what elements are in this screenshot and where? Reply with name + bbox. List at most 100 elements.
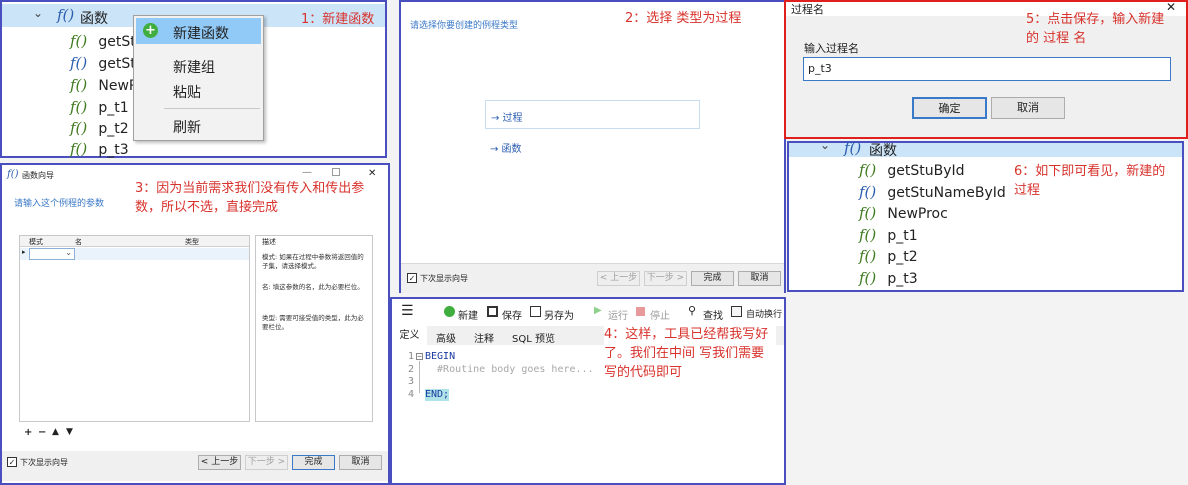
wizard-footer: ✓ 下次显示向导 < 上一步 下一步 > 完成 取消	[401, 263, 784, 293]
run-icon: ▶	[594, 305, 602, 316]
word-wrap-button[interactable]: 自动换行	[746, 307, 782, 320]
maximize-icon[interactable]	[332, 168, 340, 176]
tree-item[interactable]: f() p_t1	[859, 225, 918, 244]
wizard-footer: ✓ 下次显示向导 < 上一步 下一步 > 完成 取消	[2, 451, 388, 481]
tree-item-label: getStuNameById	[887, 185, 1006, 201]
tree-item[interactable]: f() p_t1	[70, 97, 129, 116]
find-button[interactable]: 查找	[703, 307, 723, 322]
col-type: 类型	[185, 238, 199, 246]
tree-item-label: getStuById	[887, 163, 965, 179]
tree-header-label[interactable]: 函数	[80, 8, 108, 28]
tree-item[interactable]: f() getSt	[70, 53, 136, 72]
functions-folder-icon: f()	[57, 6, 75, 24]
move-down-icon[interactable]: ▼	[66, 427, 73, 437]
option-procedure[interactable]: → 过程	[485, 100, 700, 129]
show-wizard-label: 下次显示向导	[20, 458, 68, 467]
tree-item[interactable]: f() p_t3	[859, 268, 918, 287]
procedure-icon: f()	[859, 161, 877, 179]
tree-item[interactable]: f() getStuById	[859, 160, 965, 179]
line-number: 4	[407, 388, 414, 400]
new-button[interactable]: 新建	[458, 307, 478, 322]
procedure-icon: f()	[70, 119, 88, 137]
save-button[interactable]: 保存	[502, 307, 522, 322]
minimize-icon[interactable]: —	[302, 167, 312, 178]
menu-item-refresh[interactable]: 刷新	[173, 117, 201, 137]
cancel-button[interactable]: 取消	[738, 271, 781, 286]
show-wizard-checkbox[interactable]: ✓	[407, 273, 417, 283]
tree-item[interactable]: f() getSt	[70, 31, 136, 50]
save-as-button[interactable]: 另存为	[544, 307, 574, 322]
tree-header-label[interactable]: 函数	[869, 140, 897, 160]
option-function-label: → 函数	[490, 144, 522, 155]
grid-header: 模式 名 类型	[20, 236, 249, 247]
option-function[interactable]: → 函数	[485, 135, 700, 159]
tab-advanced[interactable]: 高级	[436, 330, 456, 345]
tree-item[interactable]: f() p_t2	[70, 118, 129, 137]
tree-item[interactable]: f() getStuNameById	[859, 182, 1006, 201]
prev-button[interactable]: < 上一步	[198, 455, 241, 470]
line-numbers: 1 2 3 4	[396, 351, 414, 401]
panel-procedure-name-dialog: 过程名 ✕ 输入过程名 p_t3 确定 取消 5：点击保存，输入新建的 过程 名	[784, 0, 1188, 139]
menu-item-paste[interactable]: 粘贴	[173, 82, 201, 102]
finish-button[interactable]: 完成	[292, 455, 335, 470]
tree-item-label: NewProc	[887, 206, 948, 222]
fold-icon[interactable]: −	[416, 353, 423, 360]
save-as-icon	[530, 306, 541, 317]
tree-item-label: p_t1	[887, 228, 918, 244]
tree-item-label: getSt	[98, 34, 136, 50]
finish-button[interactable]: 完成	[691, 271, 734, 286]
cancel-button[interactable]: 取消	[991, 97, 1065, 119]
chevron-down-icon[interactable]: ⌄	[33, 6, 43, 20]
wrap-icon	[731, 306, 742, 317]
next-button[interactable]: 下一步 >	[644, 271, 687, 286]
toolbar: ☰ 新建 保存 另存为 ▶ 运行 停止 ⚲ 查找 自动换行	[392, 301, 784, 325]
tree-item-label: p_t2	[98, 121, 129, 137]
next-button[interactable]: 下一步 >	[245, 455, 288, 470]
chevron-down-icon[interactable]: ⌄	[820, 138, 830, 152]
tree-item-label: p_t1	[98, 100, 129, 116]
menu-item-new-group[interactable]: 新建组	[173, 57, 215, 77]
mode-select[interactable]: ⌄	[29, 248, 75, 260]
tree-item-label: NewP	[98, 78, 138, 94]
search-icon: ⚲	[688, 304, 697, 317]
procedure-icon: f()	[70, 76, 88, 94]
move-up-icon[interactable]: ▲	[52, 427, 59, 437]
tab-sql-preview[interactable]: SQL 预览	[512, 330, 555, 345]
context-menu: + 新建函数 新建组 粘贴 刷新	[133, 15, 264, 141]
tree-item[interactable]: f() p_t2	[859, 246, 918, 265]
run-button[interactable]: 运行	[608, 307, 628, 322]
tab-comment[interactable]: 注释	[474, 330, 494, 345]
procedure-icon: f()	[859, 247, 877, 265]
tree-item[interactable]: f() NewP	[70, 75, 137, 94]
remove-param-icon[interactable]: −	[38, 427, 46, 438]
tree-item[interactable]: f() p_t3	[70, 139, 129, 158]
close-icon[interactable]: ✕	[368, 168, 376, 179]
step-4-annotation: 4：这样，工具已经帮我写好了。我们在中间 写我们需要写的代码即可	[604, 325, 776, 382]
description-name: 名: 填这参数的名，此为必要栏位。	[262, 283, 364, 291]
description-type: 类型: 需要可接受值的类型，此为必要栏位。	[262, 314, 364, 331]
tab-definition[interactable]: 定义	[392, 326, 427, 345]
ok-button[interactable]: 确定	[912, 97, 987, 119]
save-icon	[487, 306, 498, 317]
panel-new-function: ⌄ f() 函数 f() getSt f() getSt f() NewP f(…	[0, 0, 387, 158]
panel-routine-type: 请选择你要创建的例程类型 2：选择 类型为过程 → 过程 → 函数 ✓ 下次显示…	[399, 0, 786, 293]
add-param-icon[interactable]: +	[24, 427, 32, 438]
stop-icon	[636, 307, 645, 316]
prev-button[interactable]: < 上一步	[597, 271, 640, 286]
procedure-name-input[interactable]: p_t3	[803, 57, 1171, 81]
chevron-down-icon: ⌄	[65, 248, 72, 257]
panel-result-tree: ⌄ f() 函数 f() getStuById f() getStuNameBy…	[787, 138, 1184, 292]
cancel-button[interactable]: 取消	[339, 455, 382, 470]
params-grid[interactable]: 模式 名 类型 ▸ ⌄	[19, 235, 250, 422]
tree-item-label: p_t2	[887, 249, 918, 265]
step-6-annotation: 6：如下即可看见，新建的 过程	[1014, 164, 1166, 198]
grid-row[interactable]: ▸ ⌄	[20, 248, 249, 260]
menu-item-new-function[interactable]: + 新建函数	[136, 18, 261, 44]
show-wizard-checkbox[interactable]: ✓	[7, 457, 17, 467]
tree-item[interactable]: f() NewProc	[859, 203, 948, 222]
stop-button[interactable]: 停止	[650, 307, 670, 322]
menu-icon[interactable]: ☰	[401, 303, 414, 319]
panel-code-editor: ☰ 新建 保存 另存为 ▶ 运行 停止 ⚲ 查找 自动换行 定义 高级 注释 S…	[390, 297, 786, 485]
menu-item-label: 新建函数	[173, 26, 229, 42]
procedure-icon: f()	[859, 226, 877, 244]
